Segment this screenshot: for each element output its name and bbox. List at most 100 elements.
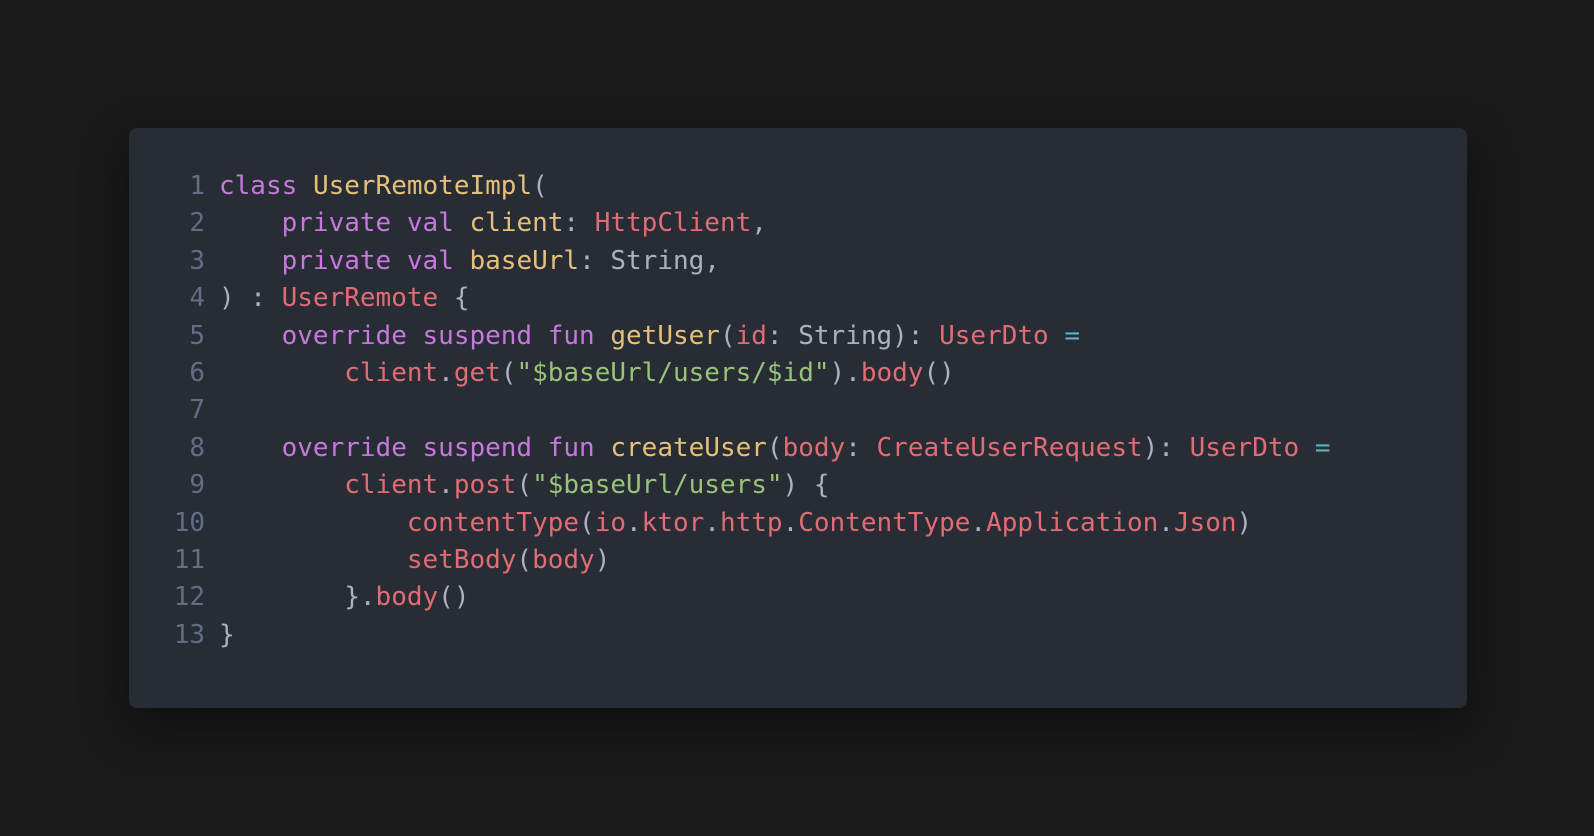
code-token: .	[782, 507, 799, 538]
code-token: ktor	[641, 507, 705, 538]
line-number: 10	[173, 507, 205, 538]
code-token: ).	[829, 357, 861, 388]
code-token: ()	[923, 357, 955, 388]
code-token: val	[406, 245, 454, 276]
code-line: 3 private val baseUrl: String,	[165, 243, 1330, 280]
code-text: private val baseUrl: String,	[219, 243, 720, 280]
code-token: )	[594, 544, 611, 575]
line-number: 8	[189, 432, 205, 463]
code-text: setBody(body)	[219, 542, 611, 579]
code-token: val	[406, 208, 454, 239]
code-token: body	[860, 357, 924, 388]
code-token: UserDto	[1189, 432, 1300, 463]
code-token: HttpClient	[594, 208, 752, 239]
code-line: 1 class UserRemoteImpl(	[165, 168, 1330, 205]
line-number: 7	[189, 395, 205, 426]
code-token: override	[281, 320, 407, 351]
code-text: override suspend fun getUser(id: String)…	[219, 318, 1080, 355]
code-token: )	[1236, 507, 1253, 538]
canvas-background: 1 class UserRemoteImpl(2 private val clie…	[0, 0, 1594, 836]
code-token: "$baseUrl/users"	[532, 470, 783, 501]
code-token: class	[219, 171, 298, 201]
code-token: client	[344, 470, 439, 501]
code-token: client	[469, 208, 564, 239]
code-token: .	[1158, 507, 1174, 538]
code-token: baseUrl	[469, 245, 580, 276]
code-text: class UserRemoteImpl(	[219, 168, 548, 205]
code-text: client.get("$baseUrl/users/$id").body()	[219, 355, 955, 392]
code-token: private	[281, 208, 392, 239]
code-token: fun	[547, 320, 595, 351]
code-token: post	[453, 470, 517, 501]
code-token: .	[704, 507, 720, 538]
code-text: contentType(io.ktor.http.ContentType.App…	[219, 505, 1252, 542]
code-token: UserRemoteImpl	[312, 171, 533, 201]
code-token: (	[516, 470, 533, 501]
code-text: override suspend fun createUser(body: Cr…	[219, 430, 1331, 467]
code-token: ()	[438, 582, 470, 613]
code-token: (	[719, 320, 736, 351]
line-number: 5	[189, 320, 205, 351]
code-line: 5 override suspend fun getUser(id: Strin…	[165, 318, 1330, 355]
code-token: override	[281, 432, 407, 463]
code-text: }	[219, 617, 235, 654]
code-token: ,	[751, 208, 767, 239]
code-line: 8 override suspend fun createUser(body: …	[165, 430, 1330, 467]
code-token: :	[563, 208, 595, 239]
code-line: 7	[165, 392, 1330, 429]
code-token: ContentType	[798, 507, 971, 538]
code-token: =	[1314, 432, 1331, 463]
code-token: suspend	[422, 320, 533, 351]
code-line: 9 client.post("$baseUrl/users") {	[165, 467, 1330, 504]
code-token: ) :	[219, 283, 282, 314]
code-token: getUser	[610, 320, 720, 351]
code-token: ) {	[782, 470, 830, 501]
code-line: 13}	[165, 617, 1330, 654]
code-text: private val client: HttpClient,	[219, 205, 767, 242]
code-snippet-card: 1 class UserRemoteImpl(2 private val clie…	[129, 128, 1467, 708]
code-token: {	[438, 283, 470, 314]
code-token: (	[516, 544, 533, 575]
code-token: contentType	[406, 507, 580, 538]
code-token: body	[532, 544, 595, 575]
line-number: 6	[189, 357, 205, 388]
code-token: :	[579, 245, 611, 276]
code-line: 11 setBody(body)	[165, 542, 1330, 579]
code-token: (	[532, 171, 548, 201]
code-token: http	[719, 507, 783, 538]
code-line: 6 client.get("$baseUrl/users/$id").body(…	[165, 355, 1330, 392]
code-line: 2 private val client: HttpClient,	[165, 205, 1330, 242]
code-token: body	[782, 432, 846, 463]
code-token: Json	[1173, 507, 1237, 538]
line-number: 3	[189, 245, 205, 276]
line-number: 1	[189, 171, 205, 201]
code-token: String	[610, 245, 705, 276]
code-token: : String):	[766, 320, 940, 351]
code-token: .	[438, 357, 454, 388]
code-token: createUser	[610, 432, 767, 463]
code-token: io	[594, 507, 626, 538]
code-token: .	[438, 470, 454, 501]
code-token: .	[970, 507, 987, 538]
code-token: (	[500, 357, 517, 388]
line-number: 12	[173, 582, 205, 613]
code-token: }.	[219, 582, 376, 613]
